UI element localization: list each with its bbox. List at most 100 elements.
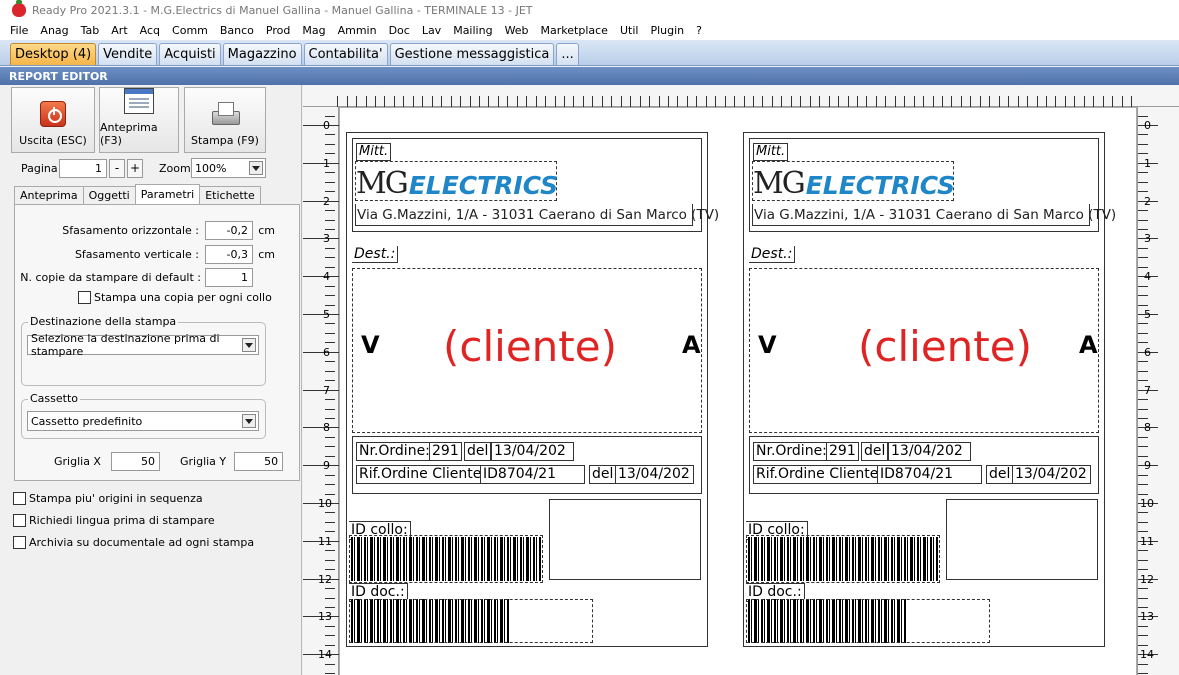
page-plus-button[interactable]: + xyxy=(127,158,143,178)
menu-item-plugin[interactable]: Plugin xyxy=(644,24,690,37)
menu-item-ammin[interactable]: Ammin xyxy=(332,24,383,37)
menu-item-file[interactable]: File xyxy=(4,24,34,37)
ruler-tick xyxy=(478,96,480,107)
ruler-tick xyxy=(1036,96,1038,107)
dest-char-left: V xyxy=(361,331,380,359)
tab-3[interactable]: Magazzino xyxy=(222,43,302,65)
menu-item-anag[interactable]: Anag xyxy=(34,24,74,37)
label-1[interactable]: Mitt. MG ELECTRICS Via G.Mazzini, 1/A - 310… xyxy=(346,132,719,647)
grid-x-label: Griglia X xyxy=(54,455,101,468)
v-offset-input[interactable]: -0,3 xyxy=(205,245,253,264)
order-date[interactable]: 13/04/202 xyxy=(491,442,574,461)
drawer-group: Cassetto Cassetto predefinito xyxy=(21,392,266,439)
parcel-barcode-frame[interactable] xyxy=(746,535,940,583)
mitt-label[interactable]: Mitt. xyxy=(753,143,789,161)
customer-ref-label[interactable]: Rif.Ordine Cliente: xyxy=(356,465,490,484)
menu-item-mailing[interactable]: Mailing xyxy=(447,24,498,37)
order-del-label[interactable]: del xyxy=(464,442,492,461)
zoom-select[interactable]: 100% xyxy=(191,158,266,178)
customer-ref-date[interactable]: 13/04/202 xyxy=(1012,465,1091,484)
order-number-label[interactable]: Nr.Ordine: xyxy=(753,442,830,461)
ruler-tick xyxy=(1138,134,1148,136)
order-number-value[interactable]: 291 xyxy=(826,442,859,461)
ruler-tick xyxy=(1138,644,1148,646)
label-2[interactable]: Mitt. MG ELECTRICS Via G.Mazzini, 1/A - 310… xyxy=(743,132,1116,647)
ruler-tick xyxy=(942,96,944,107)
tab-4[interactable]: Contabilita' xyxy=(303,43,388,65)
ruler-tick xyxy=(412,96,414,107)
menu-item-lav[interactable]: Lav xyxy=(416,24,447,37)
order-date[interactable]: 13/04/202 xyxy=(888,442,971,461)
subtab-parametri[interactable]: Parametri xyxy=(134,184,201,204)
tab-1[interactable]: Vendite xyxy=(98,43,158,65)
subtab-oggetti[interactable]: Oggetti xyxy=(82,186,136,204)
menu-item-tab[interactable]: Tab xyxy=(75,24,106,37)
preview-button[interactable]: Anteprima (F3) xyxy=(99,87,179,153)
doc-barcode-frame[interactable] xyxy=(746,599,990,643)
h-offset-input[interactable]: -0,2 xyxy=(205,221,253,240)
copies-input[interactable]: 1 xyxy=(205,268,253,287)
copy-per-parcel-checkbox[interactable]: Stampa una copia per ogni collo xyxy=(78,291,272,304)
exit-button[interactable]: Uscita (ESC) xyxy=(11,87,95,153)
subtab-anteprima[interactable]: Anteprima xyxy=(14,186,84,204)
ruler-tick xyxy=(1138,228,1148,230)
power-icon xyxy=(40,101,66,127)
order-number-value[interactable]: 291 xyxy=(429,442,462,461)
print-button[interactable]: Stampa (F9) xyxy=(184,87,266,153)
menu-item-acq[interactable]: Acq xyxy=(134,24,166,37)
menu-item-marketplace[interactable]: Marketplace xyxy=(535,24,614,37)
parcel-barcode-frame[interactable] xyxy=(349,535,543,583)
option-checkbox-1[interactable]: Richiedi lingua prima di stampare xyxy=(13,514,215,527)
ruler-tick xyxy=(1121,96,1123,107)
ruler-label: 9 xyxy=(323,459,330,473)
blank-box[interactable] xyxy=(946,499,1098,580)
customer-ref-date[interactable]: 13/04/202 xyxy=(615,465,694,484)
page-input[interactable]: 1 xyxy=(59,158,107,178)
mitt-label[interactable]: Mitt. xyxy=(356,143,392,161)
menu-item-mag[interactable]: Mag xyxy=(296,24,331,37)
title-bar: Ready Pro 2021.3.1 - M.G.Electrics di Ma… xyxy=(0,0,1179,20)
ruler-label: 0 xyxy=(323,119,330,132)
menu-item-web[interactable]: Web xyxy=(499,24,535,37)
menu-item-comm[interactable]: Comm xyxy=(166,24,214,37)
grid-y-input[interactable]: 50 xyxy=(234,452,284,471)
tab-0[interactable]: Desktop (4) xyxy=(10,43,97,65)
ruler-tick xyxy=(1138,285,1148,287)
tab-6[interactable]: ... xyxy=(556,43,579,65)
ruler-tick xyxy=(325,635,335,637)
report-canvas[interactable]: 0123456789101112131415161718192021 01234… xyxy=(303,85,1179,675)
customer-ref-del-label[interactable]: del xyxy=(589,465,617,484)
order-number-label[interactable]: Nr.Ordine: xyxy=(356,442,433,461)
menu-item-banco[interactable]: Banco xyxy=(214,24,260,37)
destination-select[interactable]: Selezione la destinazione prima di stamp… xyxy=(27,332,259,358)
dest-label[interactable]: Dest.: xyxy=(352,246,399,263)
report-page[interactable]: Mitt. MG ELECTRICS Via G.Mazzini, 1/A - 310… xyxy=(340,108,1136,675)
menu-item-art[interactable]: Art xyxy=(105,24,133,37)
ruler-label: 4 xyxy=(323,270,330,284)
blank-box[interactable] xyxy=(549,499,701,580)
option-checkbox-0[interactable]: Stampa piu' origini in sequenza xyxy=(13,492,203,505)
tab-5[interactable]: Gestione messaggistica xyxy=(389,43,555,65)
doc-barcode-frame[interactable] xyxy=(349,599,593,643)
grid-x-input[interactable]: 50 xyxy=(110,452,160,471)
ruler-tick xyxy=(1138,455,1148,457)
dest-label[interactable]: Dest.: xyxy=(749,246,796,263)
subtab-etichette[interactable]: Etichette xyxy=(199,186,261,204)
customer-ref-value[interactable]: ID8704/21 xyxy=(877,465,982,484)
page-minus-button[interactable]: - xyxy=(109,158,125,178)
customer-ref-del-label[interactable]: del xyxy=(986,465,1014,484)
customer-ref-value[interactable]: ID8704/21 xyxy=(480,465,585,484)
exit-button-label: Uscita (ESC) xyxy=(19,134,87,147)
menu-item-util[interactable]: Util xyxy=(614,24,644,37)
menu-item-prod[interactable]: Prod xyxy=(260,24,296,37)
tab-2[interactable]: Acquisti xyxy=(159,43,221,65)
menu-item-doc[interactable]: Doc xyxy=(383,24,416,37)
ruler-tick xyxy=(847,96,849,107)
menu-item-[interactable]: ? xyxy=(690,24,708,37)
ruler-tick xyxy=(1138,512,1148,514)
order-del-label[interactable]: del xyxy=(861,442,889,461)
drawer-select[interactable]: Cassetto predefinito xyxy=(27,411,259,431)
ruler-tick xyxy=(743,96,745,107)
option-checkbox-2[interactable]: Archivia su documentale ad ogni stampa xyxy=(13,536,254,549)
customer-ref-label[interactable]: Rif.Ordine Cliente: xyxy=(753,465,887,484)
